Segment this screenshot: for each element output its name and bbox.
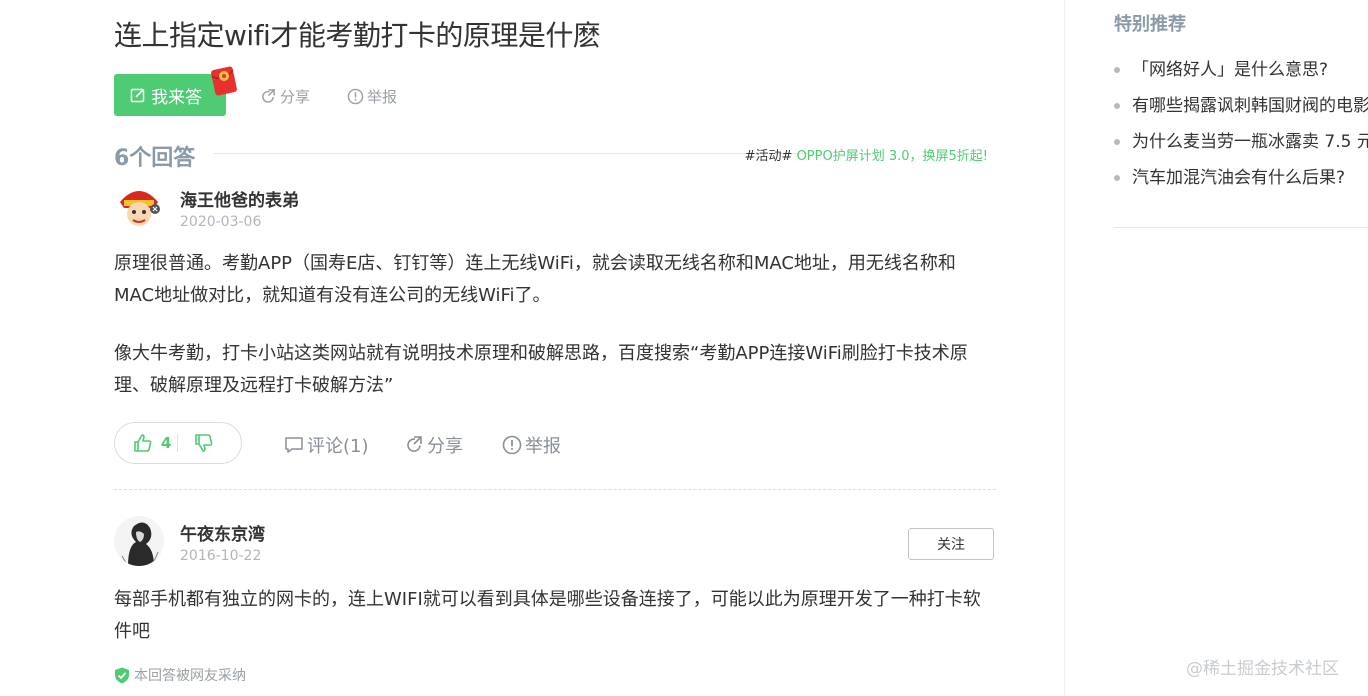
dislike-button[interactable] xyxy=(178,433,214,453)
bullet-icon xyxy=(1114,67,1120,73)
promo-link[interactable]: #活动# OPPO护屏计划 3.0，换屏5折起! xyxy=(714,145,988,164)
like-button[interactable]: 4 xyxy=(115,433,177,453)
answer-paragraph: 像大牛考勤，打卡小站这类网站就有说明技术原理和破解思路，百度搜索“考勤APP连接… xyxy=(114,343,968,396)
thumbs-down-icon xyxy=(195,434,213,452)
answer-user-name[interactable]: 午夜东京湾 xyxy=(180,520,265,545)
like-count: 4 xyxy=(161,434,172,452)
question-share-button[interactable]: 分享 xyxy=(260,86,310,107)
recommend-item-label: 为什么麦当劳一瓶冰露卖 7.5 元 xyxy=(1132,132,1368,152)
recommend-item[interactable]: 有哪些揭露讽刺韩国财阀的电影 xyxy=(1114,90,1368,126)
recommend-item[interactable]: 「网络好人」是什么意思? xyxy=(1114,54,1368,90)
answer-user-name[interactable]: 海王他爸的表弟 xyxy=(180,186,299,211)
question-title: 连上指定wifi才能考勤打卡的原理是什麽 xyxy=(114,19,601,52)
follow-button[interactable]: 关注 xyxy=(908,528,994,560)
bullet-icon xyxy=(1114,175,1120,181)
column-divider xyxy=(1064,0,1065,696)
recommend-item-label: 汽车加混汽油会有什么后果? xyxy=(1132,168,1346,188)
share-label: 分享 xyxy=(427,436,463,457)
sidebar-divider xyxy=(1114,227,1368,228)
recommend-item[interactable]: 汽车加混汽油会有什么后果? xyxy=(1114,162,1368,198)
answer-paragraph: 原理很普通。考勤APP（国寿E店、钉钉等）连上无线WiFi，就会读取无线名称和M… xyxy=(114,253,956,306)
answers-count: 6个回答 xyxy=(114,146,196,171)
answer-date: 2020-03-06 xyxy=(180,214,262,230)
answer-paragraph: 每部手机都有独立的网卡的，连上WIFI就可以看到具体是哪些设备连接了，可能以此为… xyxy=(114,589,981,642)
report-icon xyxy=(502,435,522,455)
promo-text: OPPO护屏计划 3.0，换屏5折起! xyxy=(796,149,988,164)
share-icon xyxy=(407,436,422,452)
sidebar-title: 特别推荐 xyxy=(1114,14,1186,35)
answer-button-label: 我来答 xyxy=(151,87,202,108)
watermark: @稀土掘金技术社区 xyxy=(1186,659,1339,679)
promo-tag: #活动# xyxy=(744,149,793,164)
report-label: 举报 xyxy=(367,88,398,106)
avatar[interactable] xyxy=(114,516,164,566)
share-icon xyxy=(262,89,275,103)
comment-icon xyxy=(285,437,303,453)
shield-check-icon xyxy=(115,667,129,683)
recommend-item-label: 「网络好人」是什么意思? xyxy=(1132,60,1329,80)
question-report-button[interactable]: 举报 xyxy=(347,86,397,107)
edit-icon xyxy=(130,88,145,103)
report-label: 举报 xyxy=(525,436,561,457)
recommend-item[interactable]: 为什么麦当劳一瓶冰露卖 7.5 元 xyxy=(1114,126,1368,162)
answer-divider xyxy=(114,489,996,490)
answer-share-button[interactable]: 分享 xyxy=(404,432,463,458)
red-packet-icon xyxy=(211,66,237,96)
adopted-label: 本回答被网友采纳 xyxy=(134,668,246,684)
thumbs-up-icon xyxy=(134,434,152,452)
comment-label: 评论(1) xyxy=(307,436,369,457)
bullet-icon xyxy=(1114,139,1120,145)
comment-button[interactable]: 评论(1) xyxy=(284,432,369,458)
bullet-icon xyxy=(1114,103,1120,109)
adopted-badge: 本回答被网友采纳 xyxy=(114,665,246,685)
recommend-item-label: 有哪些揭露讽刺韩国财阀的电影 xyxy=(1132,96,1368,116)
answer-report-button[interactable]: 举报 xyxy=(502,432,561,458)
report-icon xyxy=(347,88,364,105)
recommend-list: 「网络好人」是什么意思? 有哪些揭露讽刺韩国财阀的电影 为什么麦当劳一瓶冰露卖 … xyxy=(1114,54,1368,198)
answer-date: 2016-10-22 xyxy=(180,548,262,564)
avatar[interactable] xyxy=(114,182,164,232)
vote-box: 4 xyxy=(114,422,242,464)
share-label: 分享 xyxy=(280,88,311,106)
